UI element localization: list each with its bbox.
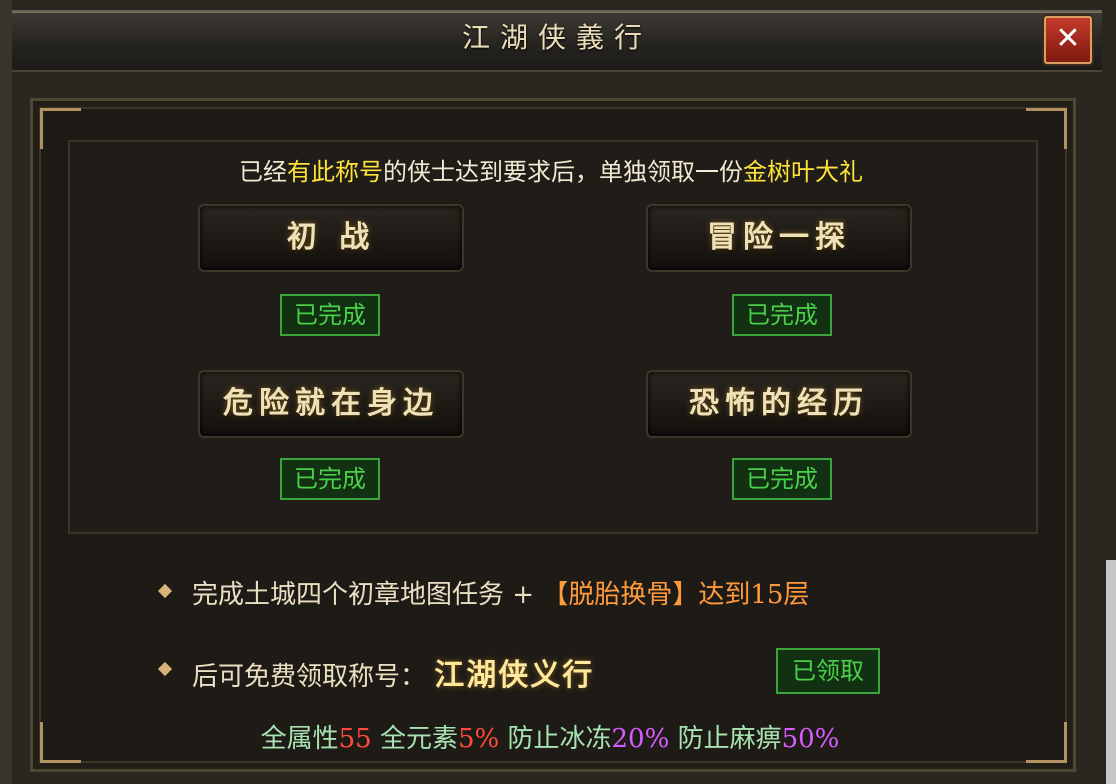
stat-label: 防止冰冻	[507, 724, 612, 754]
intro-part: 已经	[239, 158, 287, 186]
page-scrollbar[interactable]	[1106, 560, 1116, 784]
quest-name: 初 战	[286, 220, 376, 255]
quest-status-badge: 已完成	[280, 294, 380, 336]
quest-panel	[68, 140, 1038, 534]
quest-status-badge: 已完成	[732, 294, 832, 336]
stat-value: 5%	[457, 724, 500, 754]
quest-status-badge: 已完成	[732, 458, 832, 500]
stat-label: 防止麻痹	[677, 724, 782, 754]
quest-plaque: 初 战	[198, 204, 464, 272]
requirement-text: 完成土城四个初章地图任务 +	[192, 580, 543, 610]
reward-line: 后可免费领取称号： 江湖侠义行	[192, 650, 594, 694]
requirement-line: 完成土城四个初章地图任务 + 【脱胎换骨】达到15层	[192, 574, 809, 611]
intro-part: 的侠士达到要求后，单独领取一份	[383, 158, 743, 186]
close-button[interactable]: ✕	[1044, 16, 1092, 64]
intro-highlight: 金树叶大礼	[743, 158, 863, 186]
intro-highlight: 有此称号	[287, 158, 383, 186]
quest-name: 恐怖的经历	[689, 386, 869, 421]
quest-name: 危险就在身边	[223, 386, 439, 421]
requirement-suffix: 达到15层	[698, 580, 810, 610]
stat-label: 全元素	[379, 724, 458, 754]
quest-plaque: 冒险一探	[646, 204, 912, 272]
stat-value: 55	[338, 724, 372, 754]
requirement-bracket: 【脱胎换骨】	[542, 580, 699, 610]
stats-line: 全属性55 全元素5% 防止冰冻20% 防止麻痹50%	[30, 718, 1070, 755]
claimed-button[interactable]: 已领取	[776, 648, 880, 694]
quest-plaque: 危险就在身边	[198, 370, 464, 438]
quest-name: 冒险一探	[707, 220, 851, 255]
quest-status-badge: 已完成	[280, 458, 380, 500]
stat-label: 全属性	[260, 724, 339, 754]
window-title: 江湖侠義行	[461, 21, 652, 54]
intro-text: 已经有此称号的侠士达到要求后，单独领取一份金树叶大礼	[68, 152, 1034, 187]
reward-prefix: 后可免费领取称号：	[192, 662, 427, 692]
stat-value: 50%	[781, 724, 840, 754]
stat-value: 20%	[611, 724, 670, 754]
reward-title-name: 江湖侠义行	[434, 658, 595, 693]
window-left-edge	[0, 0, 12, 784]
quest-plaque: 恐怖的经历	[646, 370, 912, 438]
